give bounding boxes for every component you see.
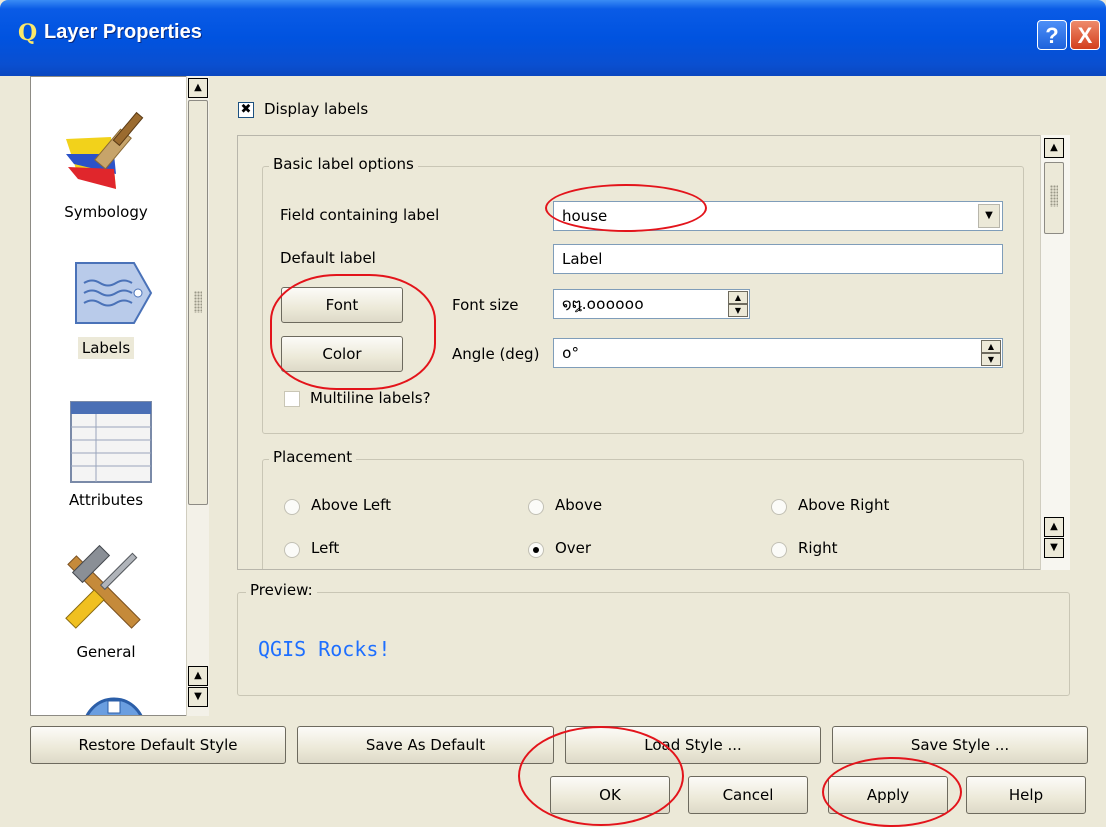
label-tag-icon: [75, 262, 153, 324]
field-combo[interactable]: house ▼: [553, 201, 1003, 231]
load-style-button[interactable]: Load Style ...: [565, 726, 821, 764]
display-labels-label: Display labels: [264, 100, 369, 118]
radio-right[interactable]: [771, 542, 787, 558]
grip-icon: [1050, 185, 1058, 207]
layer-properties-dialog: Q Layer Properties ? X Symbology Labels …: [0, 0, 1106, 827]
multiline-label: Multiline labels?: [310, 389, 431, 407]
ok-button[interactable]: OK: [550, 776, 670, 814]
radio-above-right[interactable]: [771, 499, 787, 515]
options-scroll-thumb[interactable]: [1044, 162, 1064, 234]
sidebar-item-label: Symbology: [64, 203, 148, 221]
scroll-up-button[interactable]: ▲: [1044, 517, 1064, 537]
restore-default-style-button[interactable]: Restore Default Style: [30, 726, 286, 764]
cancel-button[interactable]: Cancel: [688, 776, 808, 814]
default-label-label: Default label: [280, 249, 376, 267]
sidebar-item-label: Labels: [77, 337, 135, 359]
angle-label: Angle (deg): [452, 345, 540, 363]
placement-group: Placement: [262, 448, 1024, 569]
preview-text: QGIS Rocks!: [258, 637, 391, 661]
chevron-down-icon[interactable]: ▼: [978, 204, 1000, 228]
sidebar-item-label: Attributes: [68, 491, 144, 509]
field-combo-value: house: [562, 207, 608, 225]
sidebar-item-label: General: [76, 643, 136, 661]
radio-label: Left: [311, 539, 340, 557]
spin-down-icon[interactable]: ▼: [981, 353, 1001, 366]
sidebar-item-metadata[interactable]: [31, 689, 181, 715]
sidebar-item-general[interactable]: General: [31, 539, 181, 661]
radio-above[interactable]: [528, 499, 544, 515]
label-options-scroll-area: Basic label options Field containing lab…: [237, 135, 1070, 570]
radio-above-left[interactable]: [284, 499, 300, 515]
save-as-default-button[interactable]: Save As Default: [297, 726, 554, 764]
spin-up-icon[interactable]: ▲: [728, 291, 748, 304]
scroll-down-button[interactable]: ▼: [1044, 538, 1064, 558]
sidebar-scrollbar[interactable]: ▲ ▲ ▼: [186, 76, 209, 716]
options-scrollbar[interactable]: ▲ ▲ ▼: [1040, 135, 1070, 570]
paintbrush-icon: [66, 111, 144, 189]
spin-up-icon[interactable]: ▲: [981, 340, 1001, 353]
angle-value: ໐°: [562, 344, 580, 362]
apply-button[interactable]: Apply: [828, 776, 948, 814]
metadata-icon: [85, 697, 143, 715]
spin-buttons[interactable]: ▲ ▼: [981, 340, 1001, 366]
scroll-down-button[interactable]: ▼: [188, 687, 208, 707]
radio-over[interactable]: [528, 542, 544, 558]
radio-label: Above Left: [311, 496, 392, 514]
grip-icon: [194, 291, 202, 313]
radio-left[interactable]: [284, 542, 300, 558]
multiline-checkbox[interactable]: [284, 391, 300, 407]
scroll-up-button[interactable]: ▲: [188, 78, 208, 98]
spin-buttons[interactable]: ▲ ▼: [728, 291, 748, 317]
display-labels-checkbox[interactable]: ✖: [238, 102, 254, 118]
group-title: Placement: [269, 448, 357, 466]
scroll-up-button[interactable]: ▲: [188, 666, 208, 686]
angle-spinbox[interactable]: ໐° ▲ ▼: [553, 338, 1003, 368]
sidebar-item-attributes[interactable]: Attributes: [31, 397, 181, 509]
radio-label: Over: [555, 539, 592, 557]
window-title: Layer Properties: [44, 21, 202, 43]
group-title: Basic label options: [269, 155, 418, 173]
field-label-label: Field containing label: [280, 206, 440, 224]
color-button[interactable]: Color: [281, 336, 403, 372]
help-icon[interactable]: ?: [1037, 20, 1067, 50]
radio-label: Above Right: [798, 496, 890, 514]
group-title: Preview:: [246, 581, 317, 599]
default-label-input[interactable]: Label: [553, 244, 1003, 274]
close-icon[interactable]: X: [1070, 20, 1100, 50]
title-bar[interactable]: Q Layer Properties ? X: [0, 0, 1106, 76]
help-button[interactable]: Help: [966, 776, 1086, 814]
table-icon: [70, 401, 152, 483]
sidebar-item-symbology[interactable]: Symbology: [31, 99, 181, 221]
qgis-logo-icon: Q: [18, 20, 38, 46]
sidebar-scroll-thumb[interactable]: [188, 100, 208, 505]
hammer-screwdriver-icon: [65, 544, 141, 629]
save-style-button[interactable]: Save Style ...: [832, 726, 1088, 764]
scroll-up-button[interactable]: ▲: [1044, 138, 1064, 158]
spin-down-icon[interactable]: ▼: [728, 304, 748, 317]
sidebar-list: Symbology Labels Attributes General: [30, 76, 208, 716]
sidebar-item-labels[interactable]: Labels: [31, 253, 181, 359]
font-button[interactable]: Font: [281, 287, 403, 323]
radio-label: Above: [555, 496, 603, 514]
font-size-spinbox[interactable]: ໑໘.໐໐໐໐໐໐ ▲ ▼: [553, 289, 750, 319]
font-size-label: Font size: [452, 296, 519, 314]
radio-label: Right: [798, 539, 838, 557]
font-size-value: ໑໘.໐໐໐໐໐໐: [562, 295, 644, 313]
